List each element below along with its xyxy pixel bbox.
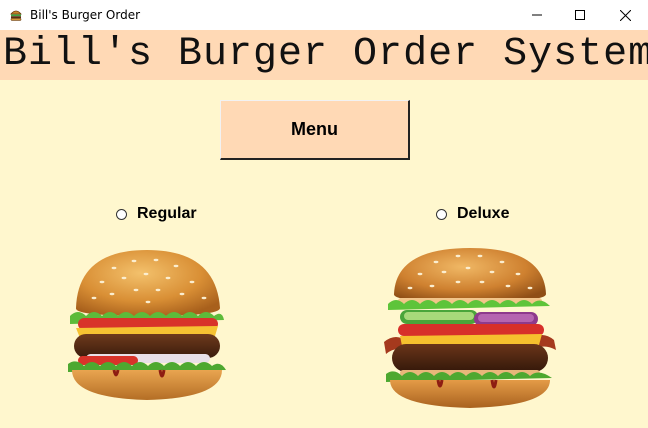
radio-regular-circle[interactable] — [116, 208, 127, 220]
deluxe-burger-image — [380, 246, 560, 417]
minimize-button[interactable] — [514, 0, 560, 30]
page-title: Bill's Burger Order System — [3, 32, 648, 77]
radio-regular[interactable]: Regular — [116, 205, 197, 223]
maximize-icon — [575, 10, 585, 20]
minimize-icon — [532, 14, 542, 16]
radio-deluxe-circle[interactable] — [436, 208, 447, 220]
maximize-button[interactable] — [557, 0, 603, 30]
close-button[interactable] — [602, 0, 648, 30]
burger-icon — [9, 8, 23, 22]
radio-deluxe[interactable]: Deluxe — [436, 205, 509, 223]
radio-deluxe-label[interactable]: Deluxe — [457, 205, 509, 223]
header-band: Bill's Burger Order System — [0, 30, 648, 80]
close-icon — [619, 9, 631, 21]
window-titlebar[interactable]: Bill's Burger Order — [0, 0, 648, 30]
window-title: Bill's Burger Order — [30, 8, 141, 22]
regular-burger-image — [64, 246, 230, 411]
radio-regular-label[interactable]: Regular — [137, 205, 197, 223]
menu-button[interactable]: Menu — [220, 100, 410, 160]
